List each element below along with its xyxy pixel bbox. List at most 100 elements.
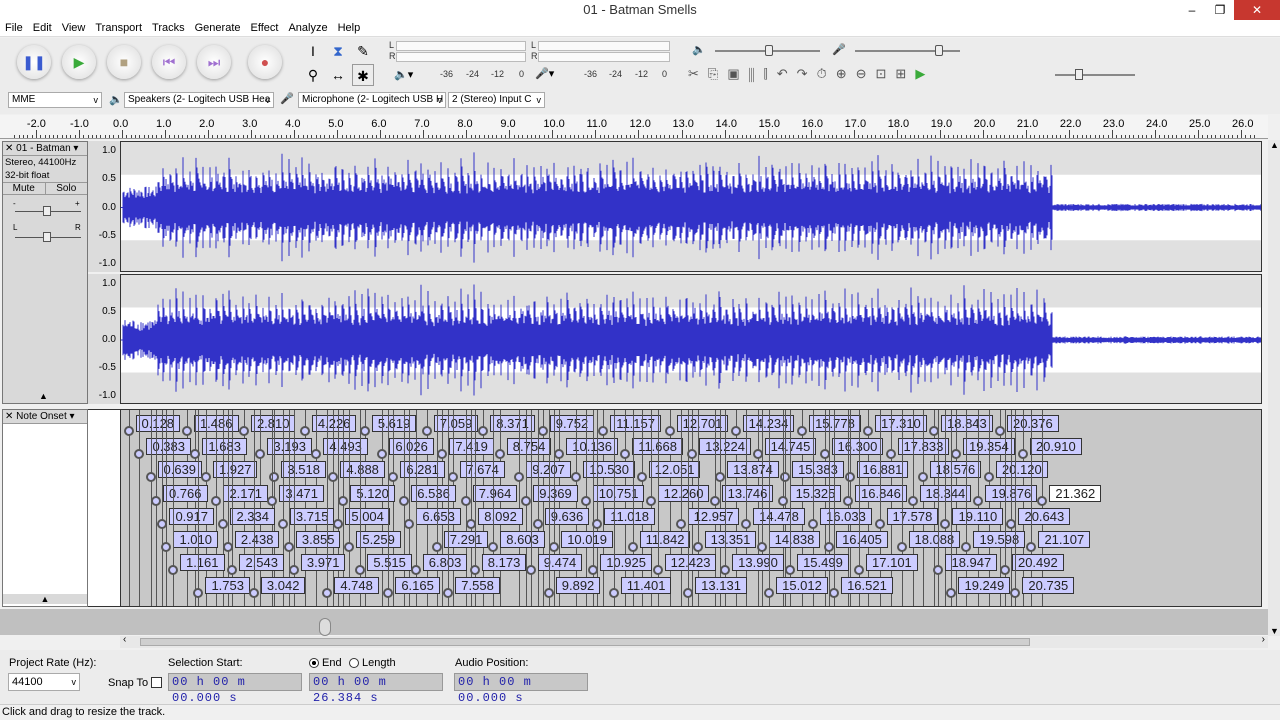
- label-drag-handle[interactable]: [494, 449, 505, 460]
- label-drag-handle[interactable]: [410, 565, 421, 576]
- label-drag-handle[interactable]: [664, 426, 675, 436]
- onset-label[interactable]: 15.012: [776, 577, 828, 595]
- onset-label[interactable]: 8.371: [490, 415, 535, 432]
- onset-label[interactable]: 19.110: [952, 507, 1004, 525]
- label-drag-handle[interactable]: [145, 472, 156, 483]
- onset-label[interactable]: 2.171: [223, 484, 268, 502]
- label-drag-handle[interactable]: [808, 518, 819, 529]
- onset-label[interactable]: 9.474: [537, 554, 583, 572]
- label-drag-handle[interactable]: [1037, 495, 1048, 506]
- onset-label[interactable]: 6.165: [395, 577, 440, 595]
- onset-label[interactable]: 1.927: [212, 461, 258, 479]
- onset-label[interactable]: 11.401: [620, 577, 672, 595]
- onset-label[interactable]: 1.161: [179, 554, 225, 572]
- solo-button[interactable]: Solo: [46, 183, 88, 194]
- waveform-right-channel[interactable]: [120, 274, 1262, 404]
- onset-label[interactable]: 8.173: [481, 554, 527, 572]
- scroll-down-icon[interactable]: ▼: [1270, 626, 1279, 636]
- close-track-icon[interactable]: ✕: [5, 411, 13, 422]
- onset-label[interactable]: 3.855: [295, 531, 341, 548]
- label-drag-handle[interactable]: [338, 495, 349, 506]
- collapse-track-icon[interactable]: ▲: [3, 594, 87, 604]
- menu-generate[interactable]: Generate: [190, 20, 246, 37]
- label-drag-handle[interactable]: [777, 495, 788, 506]
- mute-button[interactable]: Mute: [3, 183, 46, 194]
- label-marker[interactable]: [1015, 410, 1017, 606]
- label-drag-handle[interactable]: [421, 426, 432, 436]
- menu-transport[interactable]: Transport: [90, 20, 147, 37]
- label-drag-handle[interactable]: [222, 542, 233, 552]
- undo-icon[interactable]: ↶: [777, 66, 797, 81]
- label-drag-handle[interactable]: [399, 495, 410, 506]
- label-drag-handle[interactable]: [181, 426, 192, 436]
- onset-label[interactable]: 15.383: [792, 461, 844, 479]
- label-drag-handle[interactable]: [333, 518, 344, 529]
- label-marker[interactable]: [680, 410, 682, 606]
- label-marker[interactable]: [613, 410, 615, 606]
- label-marker[interactable]: [198, 410, 200, 606]
- stop-button[interactable]: ■: [107, 45, 141, 79]
- input-channels-select[interactable]: 2 (Stereo) Input C: [448, 92, 545, 108]
- onset-label[interactable]: 4.748: [334, 577, 379, 595]
- onset-label[interactable]: 13.131: [695, 577, 747, 595]
- audio-position-field[interactable]: 00 h 00 m 00.000 s: [454, 673, 588, 705]
- label-drag-handle[interactable]: [488, 542, 499, 552]
- horizontal-scrollbar[interactable]: ‹ ›: [120, 634, 1268, 648]
- label-drag-handle[interactable]: [283, 542, 294, 552]
- label-drag-handle[interactable]: [741, 518, 752, 529]
- draw-tool[interactable]: ✎: [352, 40, 374, 62]
- label-drag-handle[interactable]: [478, 426, 489, 436]
- label-drag-handle[interactable]: [709, 495, 720, 506]
- label-marker[interactable]: [526, 410, 528, 606]
- track-name-menu[interactable]: 01 - Batman: [16, 143, 70, 154]
- label-drag-handle[interactable]: [692, 542, 703, 552]
- fit-selection-icon[interactable]: ⊡: [876, 66, 896, 81]
- label-drag-handle[interactable]: [946, 588, 957, 599]
- menu-effect[interactable]: Effect: [246, 20, 284, 37]
- play-at-speed-icon[interactable]: ▶: [915, 66, 934, 81]
- label-drag-handle[interactable]: [344, 542, 355, 552]
- timeline-ruler[interactable]: -2.0 -1.0 0.0 1.0 2.0 3.0 4.0 5.0 6.0 7.0 8.0 9.0 10…: [0, 115, 1268, 139]
- label-marker[interactable]: [901, 410, 903, 606]
- redo-icon[interactable]: ↷: [797, 66, 817, 81]
- onset-label[interactable]: 18.088: [908, 531, 961, 548]
- label-drag-handle[interactable]: [785, 565, 796, 576]
- label-drag-handle[interactable]: [200, 472, 211, 483]
- label-drag-handle[interactable]: [311, 449, 322, 460]
- label-drag-handle[interactable]: [460, 495, 471, 506]
- label-drag-handle[interactable]: [255, 449, 266, 460]
- onset-label[interactable]: 7.964: [472, 484, 518, 502]
- label-drag-handle[interactable]: [608, 588, 619, 599]
- onset-label[interactable]: 3.971: [300, 554, 346, 572]
- label-drag-handle[interactable]: [580, 495, 591, 506]
- onset-label[interactable]: 0.639: [157, 461, 203, 479]
- onset-label[interactable]: 11.018: [604, 507, 655, 525]
- label-drag-handle[interactable]: [844, 472, 855, 483]
- label-marker[interactable]: [1011, 410, 1013, 606]
- onset-label[interactable]: 7.558: [455, 577, 500, 595]
- label-drag-handle[interactable]: [715, 472, 726, 483]
- onset-label[interactable]: 8.754: [506, 438, 552, 456]
- label-drag-handle[interactable]: [404, 518, 415, 529]
- onset-label[interactable]: 3.042: [260, 577, 306, 595]
- onset-label[interactable]: 16.300: [831, 438, 884, 456]
- label-drag-handle[interactable]: [874, 518, 885, 529]
- label-drag-handle[interactable]: [383, 588, 394, 599]
- record-meter-right[interactable]: [538, 52, 670, 62]
- label-drag-handle[interactable]: [950, 449, 961, 460]
- label-marker[interactable]: [938, 410, 940, 606]
- label-drag-handle[interactable]: [940, 518, 951, 529]
- onset-label[interactable]: 12.260: [657, 484, 710, 502]
- onset-label[interactable]: 14.838: [768, 531, 821, 548]
- onset-label[interactable]: 5.004: [345, 507, 390, 525]
- skip-end-button[interactable]: ⏭: [197, 45, 231, 79]
- label-drag-handle[interactable]: [843, 495, 854, 506]
- label-drag-handle[interactable]: [525, 565, 536, 576]
- onset-label[interactable]: 11.842: [639, 531, 691, 548]
- onset-label[interactable]: 21.362: [1049, 484, 1102, 502]
- label-marker[interactable]: [388, 410, 390, 606]
- label-drag-handle[interactable]: [443, 588, 454, 599]
- zoom-in-icon[interactable]: ⊕: [836, 66, 856, 81]
- label-marker[interactable]: [548, 410, 550, 606]
- onset-label[interactable]: 9.892: [555, 577, 601, 595]
